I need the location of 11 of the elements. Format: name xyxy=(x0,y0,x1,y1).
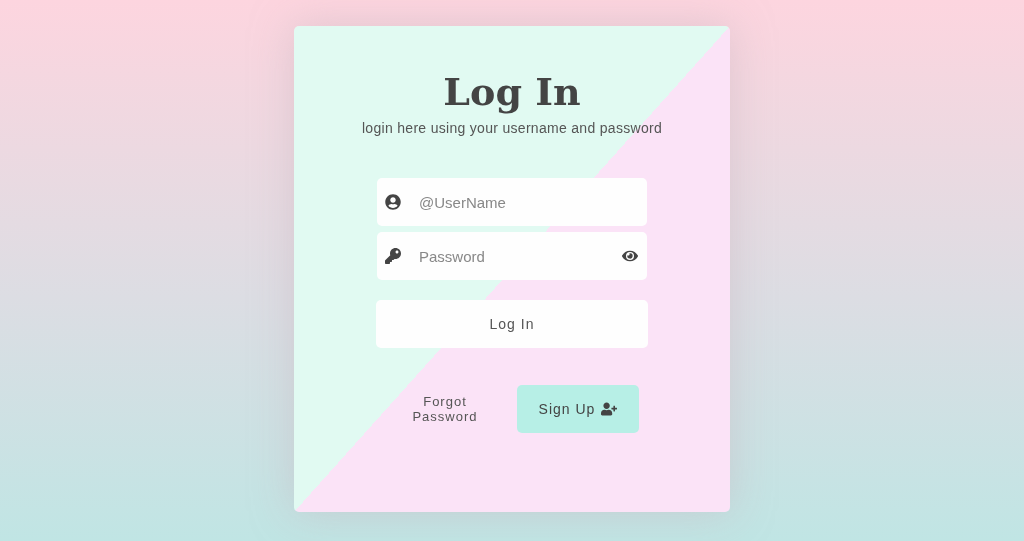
sign-up-button[interactable]: Sign Up xyxy=(517,385,639,433)
key-icon xyxy=(385,248,401,264)
eye-icon[interactable] xyxy=(622,248,638,264)
forgot-password-link[interactable]: Forgot Password xyxy=(395,394,495,424)
username-field[interactable]: @UserName xyxy=(377,178,647,226)
password-field[interactable]: Password xyxy=(377,232,647,280)
login-button[interactable]: Log In xyxy=(376,300,648,348)
login-title: Log In xyxy=(443,68,581,116)
user-plus-icon xyxy=(601,401,618,417)
user-icon xyxy=(385,194,401,210)
login-subtitle: login here using your username and password xyxy=(361,120,663,136)
